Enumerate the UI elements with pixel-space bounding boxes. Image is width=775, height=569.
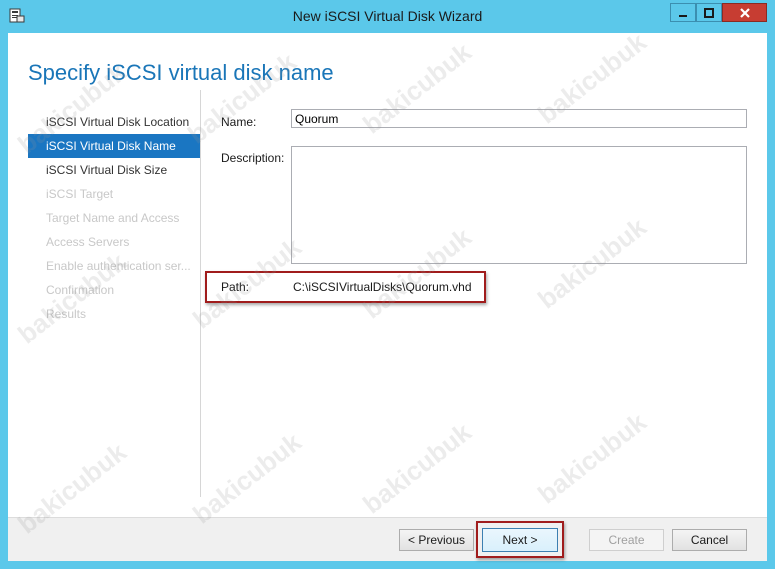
nav-divider xyxy=(200,90,201,497)
next-highlight-box xyxy=(476,521,564,558)
previous-button[interactable]: < Previous xyxy=(399,529,474,551)
title-bar[interactable]: New iSCSI Virtual Disk Wizard xyxy=(0,0,775,32)
watermark: bakicubuk xyxy=(357,416,477,520)
description-label: Description: xyxy=(221,151,285,165)
close-icon xyxy=(739,7,750,18)
description-textarea[interactable] xyxy=(291,146,747,264)
page-title: Specify iSCSI virtual disk name xyxy=(28,60,334,85)
close-button[interactable] xyxy=(722,3,767,22)
cancel-button[interactable]: Cancel xyxy=(672,529,747,551)
name-input[interactable] xyxy=(291,109,747,128)
watermark: bakicubuk xyxy=(532,406,652,510)
nav-step-enable-authentication: Enable authentication ser... xyxy=(46,259,191,273)
path-highlight-box xyxy=(205,271,486,303)
nav-step-iscsi-target: iSCSI Target xyxy=(46,187,114,201)
create-button: Create xyxy=(589,529,664,551)
nav-step-disk-name[interactable]: iSCSI Virtual Disk Name xyxy=(28,134,200,158)
wizard-content: Specify iSCSI virtual disk name iSCSI Vi… xyxy=(8,27,767,561)
wizard-window: New iSCSI Virtual Disk Wizard Specify iS… xyxy=(0,0,775,569)
nav-step-target-name-access: Target Name and Access xyxy=(46,211,180,225)
maximize-button[interactable] xyxy=(696,3,722,22)
maximize-icon xyxy=(704,7,714,18)
nav-step-confirmation: Confirmation xyxy=(46,283,115,297)
window-title: New iSCSI Virtual Disk Wizard xyxy=(292,8,483,24)
nav-step-results: Results xyxy=(46,307,87,321)
nav-step-access-servers: Access Servers xyxy=(46,235,130,249)
minimize-button[interactable] xyxy=(670,3,696,22)
name-label: Name: xyxy=(221,115,257,129)
nav-step-disk-size[interactable]: iSCSI Virtual Disk Size xyxy=(28,158,200,182)
watermark: bakicubuk xyxy=(187,426,307,530)
nav-step-disk-location[interactable]: iSCSI Virtual Disk Location xyxy=(28,110,200,134)
wizard-steps-nav: iSCSI Virtual Disk Location iSCSI Virtua… xyxy=(28,110,200,326)
minimize-icon xyxy=(679,14,687,17)
